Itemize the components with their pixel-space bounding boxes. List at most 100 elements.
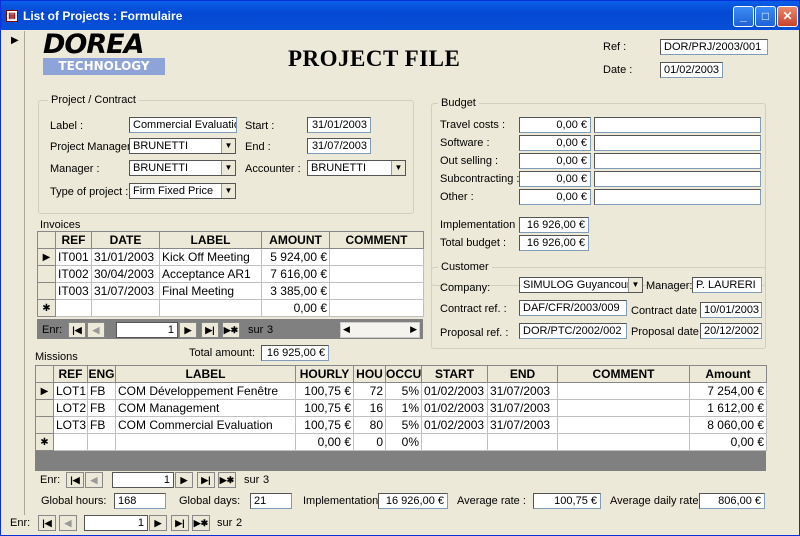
table-row[interactable]: ▶ LOT1 FB COM Développement Fenêtre 100,75 €… bbox=[35, 382, 767, 400]
table-cell[interactable]: Kick Off Meeting bbox=[159, 248, 262, 266]
missions-col-header[interactable]: OCCU bbox=[385, 365, 422, 383]
table-cell[interactable]: 01/02/2003 bbox=[421, 382, 488, 400]
new-row-icon[interactable]: ✱ bbox=[37, 299, 56, 317]
table-cell[interactable] bbox=[329, 265, 424, 283]
table-cell[interactable]: LOT1 bbox=[53, 382, 88, 400]
table-cell[interactable]: LOT3 bbox=[53, 416, 88, 434]
budget-row-comment[interactable] bbox=[594, 117, 761, 133]
table-cell[interactable] bbox=[557, 382, 690, 400]
end-field[interactable]: 31/07/2003 bbox=[307, 138, 371, 154]
table-cell[interactable] bbox=[159, 299, 262, 317]
table-cell[interactable]: 31/07/2003 bbox=[487, 382, 558, 400]
first-record-icon[interactable]: |◀ bbox=[68, 322, 86, 338]
budget-row-comment[interactable] bbox=[594, 153, 761, 169]
main-record-number[interactable]: 1 bbox=[84, 515, 148, 531]
customer-manager-field[interactable]: P. LAURERI bbox=[692, 277, 762, 293]
table-cell[interactable] bbox=[329, 282, 424, 300]
type-combo[interactable]: Firm Fixed Price ▼ bbox=[129, 183, 236, 199]
accounter-combo[interactable]: BRUNETTI ▼ bbox=[307, 160, 406, 176]
row-selector[interactable] bbox=[37, 265, 56, 283]
last-record-icon[interactable]: ▶| bbox=[171, 515, 189, 531]
global-hours-field[interactable]: 168 bbox=[114, 493, 166, 509]
table-row[interactable]: IT003 31/07/2003 Final Meeting 3 385,00 € bbox=[37, 282, 424, 300]
new-row[interactable]: ✱ 0,00 €0 0% 0,00 € bbox=[35, 433, 767, 451]
table-row[interactable]: IT002 30/04/2003 Acceptance AR1 7 616,00 € bbox=[37, 265, 424, 283]
minimize-button[interactable]: _ bbox=[733, 6, 754, 27]
table-cell[interactable]: IT003 bbox=[55, 282, 92, 300]
table-cell[interactable]: 0 bbox=[353, 433, 386, 451]
chevron-down-icon[interactable]: ▼ bbox=[221, 184, 235, 198]
chevron-down-icon[interactable]: ▼ bbox=[628, 278, 642, 292]
table-cell[interactable] bbox=[55, 299, 92, 317]
table-cell[interactable] bbox=[557, 433, 690, 451]
manager-combo[interactable]: BRUNETTI ▼ bbox=[129, 160, 236, 176]
missions-record-number[interactable]: 1 bbox=[112, 472, 174, 488]
table-cell[interactable]: 7 254,00 € bbox=[689, 382, 767, 400]
label-field[interactable]: Commercial Evaluation bbox=[129, 117, 237, 133]
table-cell[interactable]: 0,00 € bbox=[295, 433, 354, 451]
prev-record-icon[interactable]: ◀ bbox=[87, 322, 105, 338]
table-cell[interactable]: 0% bbox=[385, 433, 422, 451]
table-cell[interactable] bbox=[421, 433, 488, 451]
table-cell[interactable] bbox=[557, 399, 690, 417]
invoices-hscrollbar[interactable]: ◀ ▶ bbox=[340, 322, 420, 338]
table-cell[interactable]: FB bbox=[87, 382, 116, 400]
first-record-icon[interactable]: |◀ bbox=[38, 515, 56, 531]
missions-col-header[interactable]: ENG bbox=[87, 365, 116, 383]
table-cell[interactable]: 31/07/2003 bbox=[487, 399, 558, 417]
table-cell[interactable]: 5% bbox=[385, 416, 422, 434]
prev-record-icon[interactable]: ◀ bbox=[59, 515, 77, 531]
table-cell[interactable]: 3 385,00 € bbox=[261, 282, 330, 300]
budget-row-comment[interactable] bbox=[594, 189, 761, 205]
table-cell[interactable] bbox=[329, 248, 424, 266]
company-combo[interactable]: SIMULOG Guyancourt ▼ bbox=[519, 277, 643, 293]
last-record-icon[interactable]: ▶| bbox=[201, 322, 219, 338]
missions-col-header[interactable]: END bbox=[487, 365, 558, 383]
table-cell[interactable] bbox=[115, 433, 296, 451]
table-cell[interactable]: 01/02/2003 bbox=[421, 399, 488, 417]
chevron-down-icon[interactable]: ▼ bbox=[391, 161, 405, 175]
budget-row-comment[interactable] bbox=[594, 171, 761, 187]
total-amount-field[interactable]: 16 925,00 € bbox=[261, 345, 329, 361]
average-daily-rate-field[interactable]: 806,00 € bbox=[699, 493, 765, 509]
new-record-icon[interactable]: ▶✱ bbox=[218, 472, 236, 488]
table-cell[interactable]: 5% bbox=[385, 382, 422, 400]
budget-row-amount[interactable]: 0,00 € bbox=[519, 153, 591, 169]
table-row[interactable]: LOT3 FB COM Commercial Evaluation 100,75 €8… bbox=[35, 416, 767, 434]
missions-col-header[interactable]: COMMENT bbox=[557, 365, 690, 383]
table-cell[interactable]: 100,75 € bbox=[295, 399, 354, 417]
invoices-col-header[interactable]: COMMENT bbox=[329, 231, 424, 249]
scroll-left-icon[interactable]: ◀ bbox=[343, 324, 350, 335]
proposal-date-field[interactable]: 20/12/2002 bbox=[700, 323, 762, 339]
start-field[interactable]: 31/01/2003 bbox=[307, 117, 371, 133]
table-cell[interactable]: 30/04/2003 bbox=[91, 265, 160, 283]
row-selector[interactable] bbox=[35, 416, 54, 434]
global-days-field[interactable]: 21 bbox=[250, 493, 292, 509]
table-cell[interactable] bbox=[557, 416, 690, 434]
table-cell[interactable]: 5 924,00 € bbox=[261, 248, 330, 266]
row-selector[interactable] bbox=[35, 399, 54, 417]
missions-col-header[interactable]: Amount bbox=[689, 365, 767, 383]
table-row[interactable]: LOT2 FB COM Management 100,75 €16 1% 01/02/20… bbox=[35, 399, 767, 417]
budget-row-amount[interactable]: 0,00 € bbox=[519, 171, 591, 187]
table-cell[interactable]: 8 060,00 € bbox=[689, 416, 767, 434]
scroll-right-icon[interactable]: ▶ bbox=[410, 324, 417, 335]
table-cell[interactable]: Acceptance AR1 bbox=[159, 265, 262, 283]
proposal-ref-field[interactable]: DOR/PTC/2002/002 bbox=[519, 323, 627, 339]
table-cell[interactable]: 31/01/2003 bbox=[91, 248, 160, 266]
footer-implementation-field[interactable]: 16 926,00 € bbox=[378, 493, 448, 509]
table-cell[interactable]: LOT2 bbox=[53, 399, 88, 417]
invoices-col-header[interactable]: AMOUNT bbox=[261, 231, 330, 249]
new-row-icon[interactable]: ✱ bbox=[35, 433, 54, 451]
table-cell[interactable] bbox=[91, 299, 160, 317]
row-selector[interactable] bbox=[37, 282, 56, 300]
table-cell[interactable] bbox=[487, 433, 558, 451]
new-row[interactable]: ✱ 0,00 € bbox=[37, 299, 424, 317]
contract-date-field[interactable]: 10/01/2003 bbox=[700, 302, 762, 318]
table-cell[interactable]: 1% bbox=[385, 399, 422, 417]
table-cell[interactable]: Final Meeting bbox=[159, 282, 262, 300]
implementation-field[interactable]: 16 926,00 € bbox=[519, 217, 589, 233]
row-selector[interactable]: ▶ bbox=[35, 382, 54, 400]
prev-record-icon[interactable]: ◀ bbox=[85, 472, 103, 488]
table-cell[interactable]: 0,00 € bbox=[689, 433, 767, 451]
